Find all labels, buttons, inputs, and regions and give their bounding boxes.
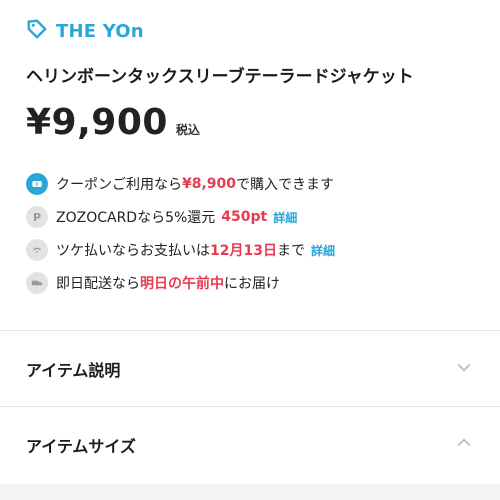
delivery-prefix: 即日配送なら [56,276,140,292]
divider [0,406,500,407]
zozocard-detail-link[interactable]: 詳細 [273,209,297,226]
delivery-suffix: にお届け [224,276,280,292]
coupon-suffix: で購入できます [236,177,335,193]
truck-icon [26,272,48,294]
price-value: ¥9,900 [26,102,168,143]
tsuke-detail-link[interactable]: 詳細 [311,242,335,259]
coupon-icon [26,173,48,195]
content-background [0,484,500,500]
tsuke-suffix: まで [276,243,305,259]
accordion-label: アイテムサイズ [26,437,136,456]
tsuke-row: ツケ払いならお支払いは 12月13日 まで 詳細 [26,234,486,266]
tag-icon [26,18,48,45]
points-icon: P [26,206,48,228]
chevron-down-icon [454,357,474,381]
brand-link[interactable]: THE YOn [26,18,144,45]
tax-label: 税込 [175,123,200,137]
item-description-accordion[interactable]: アイテム説明 [26,354,474,384]
product-price: ¥9,900 税込 [26,102,200,143]
accordion-label: アイテム説明 [26,361,121,380]
chevron-up-icon [454,433,474,457]
purchase-info-list: クーポンご利用なら ¥8,900 で購入できます P ZOZOCARDなら5%還… [26,168,486,300]
item-size-accordion[interactable]: アイテムサイズ [26,430,474,460]
zozocard-text: ZOZOCARDなら5%還元 [56,210,216,226]
product-title: ヘリンボーンタックスリーブテーラードジャケット [26,67,414,87]
zozocard-points: 450pt [221,209,268,225]
tsuke-prefix: ツケ払いならお支払いは [56,243,210,259]
coupon-prefix: クーポンご利用なら [56,177,182,193]
delivery-highlight: 明日の午前中 [140,276,224,292]
tsuke-icon [26,239,48,261]
coupon-row[interactable]: クーポンご利用なら ¥8,900 で購入できます [26,168,486,200]
coupon-price: ¥8,900 [182,176,237,192]
delivery-row: 即日配送なら 明日の午前中 にお届け [26,267,486,299]
tsuke-date: 12月13日 [210,243,277,259]
zozocard-row: P ZOZOCARDなら5%還元 450pt 詳細 [26,201,486,233]
divider [0,330,500,331]
brand-name: THE YOn [56,21,144,42]
